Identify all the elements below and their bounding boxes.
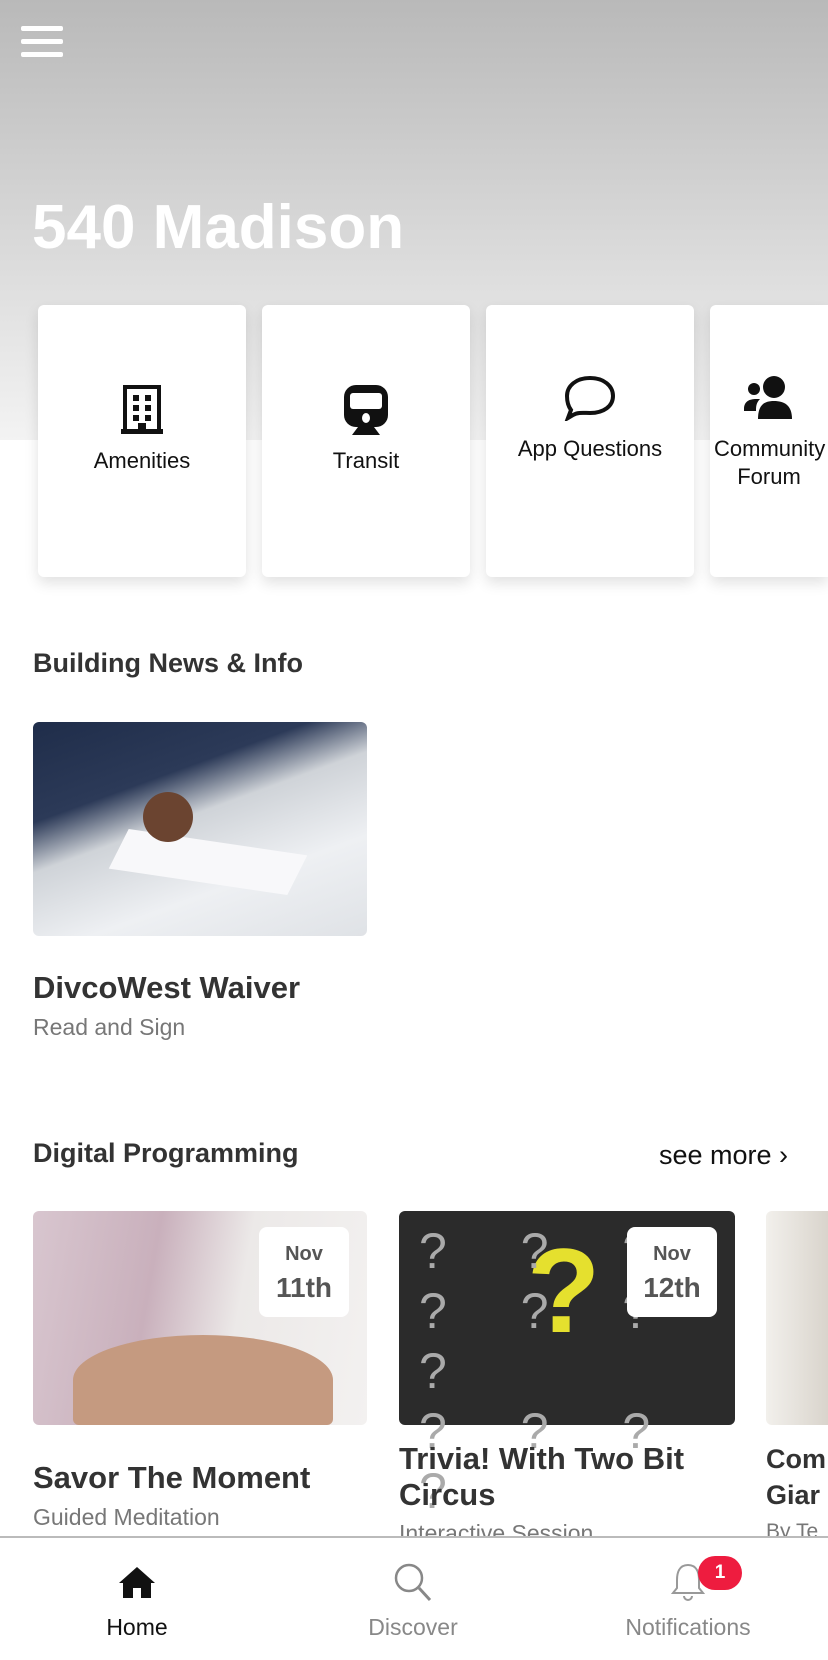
search-icon xyxy=(313,1562,513,1602)
tab-home[interactable]: Home xyxy=(37,1538,237,1660)
event-image[interactable]: ? ? ? ?? ? ? ?? ? ? ? Nov 12th xyxy=(399,1211,735,1519)
tab-notifications[interactable]: 1 Notifications xyxy=(588,1538,788,1660)
train-icon xyxy=(344,383,388,437)
event-image[interactable] xyxy=(766,1211,828,1425)
tile-app-questions[interactable]: App Questions xyxy=(486,305,694,577)
tab-discover[interactable]: Discover xyxy=(313,1538,513,1660)
event-image[interactable]: Nov 11th xyxy=(33,1211,367,1425)
quick-links: Amenities Transit App Questions Communit… xyxy=(38,305,828,577)
section-heading-programming: Digital Programming xyxy=(33,1138,299,1168)
users-icon xyxy=(742,371,796,425)
event-title[interactable]: Com Giar xyxy=(766,1441,828,1513)
page-title: 540 Madison xyxy=(32,193,405,262)
event-title[interactable]: Savor The Moment xyxy=(33,1460,363,1496)
event-subtitle: Guided Meditation xyxy=(33,1504,220,1530)
building-icon xyxy=(121,383,163,437)
event-title[interactable]: Trivia! With Two Bit Circus xyxy=(399,1441,719,1513)
tile-community-forum[interactable]: Community Forum xyxy=(710,305,828,577)
news-image[interactable] xyxy=(33,722,367,936)
date-badge: Nov 11th xyxy=(259,1227,349,1317)
news-subtitle: Read and Sign xyxy=(33,1014,186,1040)
chat-bubble-icon xyxy=(564,371,616,425)
section-heading-news: Building News & Info xyxy=(33,648,303,678)
tab-bar: Home Discover 1 Notifications xyxy=(0,1536,828,1660)
home-icon xyxy=(37,1562,237,1602)
tile-amenities[interactable]: Amenities xyxy=(38,305,246,577)
hamburger-icon[interactable] xyxy=(21,26,63,60)
bell-icon: 1 xyxy=(588,1556,788,1602)
date-badge: Nov 12th xyxy=(627,1227,717,1317)
see-more-link[interactable]: see more › xyxy=(659,1140,788,1171)
tile-transit[interactable]: Transit xyxy=(262,305,470,577)
notification-badge: 1 xyxy=(698,1556,742,1590)
news-title[interactable]: DivcoWest Waiver xyxy=(33,970,300,1006)
